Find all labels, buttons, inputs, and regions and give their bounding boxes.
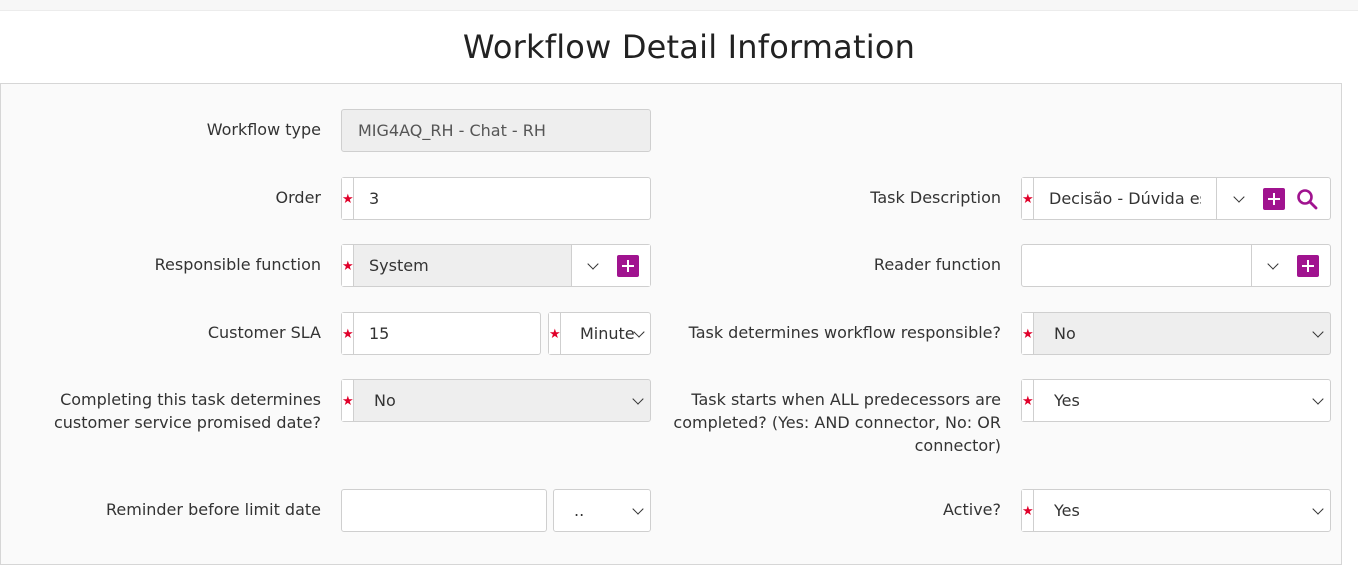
customer-sla-unit-select[interactable]: ★ Minute [548, 312, 651, 355]
reminder-before-limit-input[interactable] [341, 489, 547, 532]
workflow-type-label: Workflow type [206, 120, 321, 139]
customer-sla-input[interactable]: ★ 15 [341, 312, 541, 355]
active-select[interactable]: ★ Yes [1021, 489, 1331, 532]
task-description-field[interactable]: ★ Decisão - Dúvida esc [1021, 177, 1331, 220]
required-star-icon: ★ [342, 178, 354, 219]
required-star-icon: ★ [1022, 380, 1034, 421]
active-label: Active? [943, 500, 1001, 519]
task-starts-predecessors-label: Task starts when ALL predecessors are co… [673, 390, 1001, 455]
task-description-value: Decisão - Dúvida esc [1049, 189, 1201, 208]
task-starts-predecessors-select[interactable]: ★ Yes [1021, 379, 1331, 422]
task-description-label: Task Description [870, 188, 1001, 207]
add-responsible-function-button[interactable] [617, 255, 639, 277]
required-star-icon: ★ [1022, 178, 1034, 219]
chevron-down-icon [1312, 503, 1324, 515]
chevron-down-icon[interactable] [1233, 191, 1245, 203]
completing-determines-date-select[interactable]: ★ No [341, 379, 651, 422]
reminder-unit-value: .. [574, 501, 585, 520]
reminder-before-limit-label: Reminder before limit date [105, 500, 321, 519]
task-determines-responsible-value: No [1054, 324, 1076, 343]
chevron-down-icon[interactable] [1267, 258, 1279, 270]
required-star-icon: ★ [1022, 490, 1034, 531]
responsible-function-value: System [369, 256, 429, 275]
order-value: 3 [369, 189, 380, 208]
workflow-type-field: MIG4AQ_RH - Chat - RH [341, 109, 651, 152]
customer-sla-unit-value: Minute [580, 324, 635, 343]
reader-function-label: Reader function [873, 255, 1001, 274]
completing-determines-date-value: No [374, 391, 396, 410]
required-star-icon: ★ [1022, 313, 1034, 354]
search-icon[interactable] [1295, 187, 1319, 211]
add-task-description-button[interactable] [1263, 188, 1285, 210]
task-determines-responsible-select[interactable]: ★ No [1021, 312, 1331, 355]
top-bar [0, 0, 1358, 11]
page-title: Workflow Detail Information [462, 28, 916, 66]
active-value: Yes [1054, 501, 1080, 520]
required-star-icon: ★ [342, 380, 354, 421]
responsible-function-field[interactable]: ★ System [341, 244, 651, 287]
responsible-function-label: Responsible function [154, 255, 321, 274]
task-determines-responsible-label: Task determines workflow responsible? [688, 323, 1001, 342]
customer-sla-value: 15 [369, 324, 390, 343]
order-label: Order [275, 188, 321, 207]
reminder-unit-select[interactable]: .. [553, 489, 651, 532]
order-input[interactable]: ★ 3 [341, 177, 651, 220]
chevron-down-icon [1312, 393, 1324, 405]
required-star-icon: ★ [549, 313, 561, 354]
chevron-down-icon [632, 503, 644, 515]
customer-sla-label: Customer SLA [207, 323, 321, 342]
completing-determines-date-label: Completing this task determines customer… [53, 390, 321, 432]
workflow-type-value: MIG4AQ_RH - Chat - RH [358, 121, 546, 140]
reader-function-field[interactable] [1021, 244, 1331, 287]
add-reader-function-button[interactable] [1297, 255, 1319, 277]
required-star-icon: ★ [342, 245, 354, 286]
chevron-down-icon [1312, 326, 1324, 338]
required-star-icon: ★ [342, 313, 354, 354]
task-starts-predecessors-value: Yes [1054, 391, 1080, 410]
